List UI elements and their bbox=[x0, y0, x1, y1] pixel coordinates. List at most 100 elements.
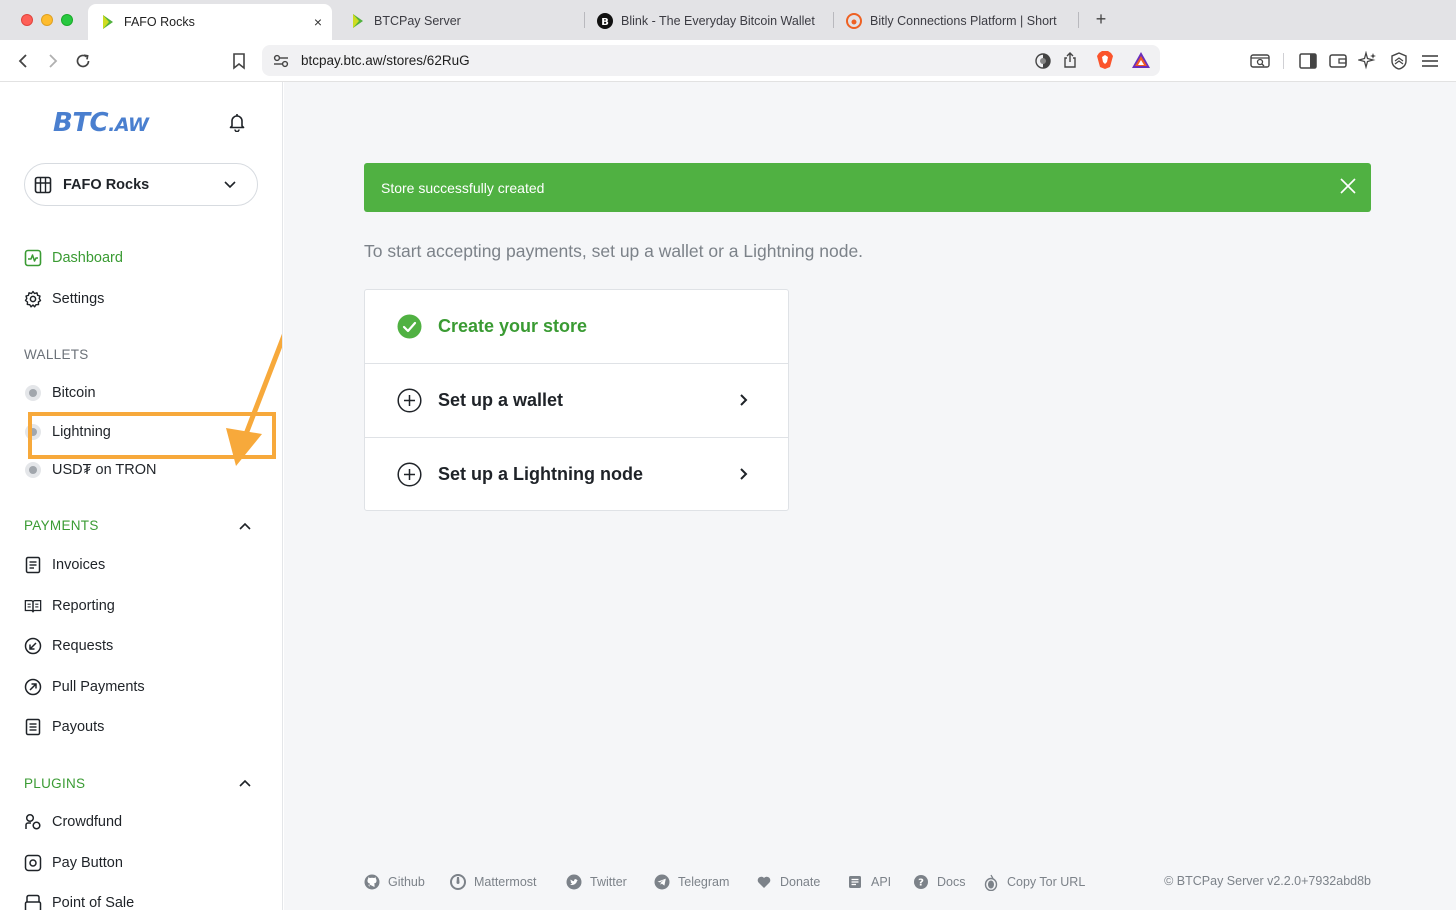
tor-icon bbox=[983, 874, 999, 891]
brave-shields-icon[interactable] bbox=[1094, 49, 1116, 71]
invoice-icon bbox=[24, 556, 42, 574]
brave-rewards-icon[interactable] bbox=[1130, 49, 1152, 71]
heart-icon bbox=[756, 874, 772, 890]
site-settings-icon[interactable] bbox=[270, 50, 292, 72]
nav-label: Pay Button bbox=[52, 855, 123, 871]
url-text[interactable]: btcpay.btc.aw/stores/62RuG bbox=[301, 53, 470, 68]
pay-button-icon bbox=[24, 854, 42, 872]
vpn-shield-icon[interactable] bbox=[1388, 50, 1410, 72]
footer-link-github[interactable]: Github bbox=[364, 874, 425, 890]
nav-pull-payments[interactable]: Pull Payments bbox=[24, 675, 145, 699]
browser-tab-fafo-rocks[interactable]: FAFO Rocks × bbox=[88, 4, 332, 40]
tab-title: Blink - The Everyday Bitcoin Wallet bbox=[621, 14, 815, 28]
footer-link-label: Docs bbox=[937, 875, 966, 889]
wallet-icon[interactable] bbox=[1327, 50, 1349, 72]
nav-label: Payouts bbox=[52, 719, 105, 735]
nav-label: Dashboard bbox=[52, 250, 123, 266]
footer-link-telegram[interactable]: Telegram bbox=[654, 874, 729, 890]
nav-payouts[interactable]: Payouts bbox=[24, 715, 104, 739]
plugins-heading: PLUGINS bbox=[24, 776, 86, 791]
github-icon bbox=[364, 874, 380, 890]
wallet-status-dot-icon bbox=[24, 384, 42, 402]
nav-pay-button[interactable]: Pay Button bbox=[24, 851, 123, 875]
plus-circle-icon bbox=[397, 387, 422, 413]
notifications-bell-icon[interactable] bbox=[227, 112, 247, 137]
wallet-status-dot-icon bbox=[24, 461, 42, 479]
footer: Github Mattermost Twitter Telegram Donat… bbox=[364, 874, 1371, 894]
sidebar-toggle-icon[interactable] bbox=[1297, 50, 1319, 72]
tab-search-icon[interactable] bbox=[1249, 50, 1271, 72]
nav-label: Invoices bbox=[52, 557, 106, 573]
btc-aw-logo[interactable]: BTC.AW bbox=[53, 108, 149, 138]
footer-link-donate[interactable]: Donate bbox=[756, 874, 820, 890]
nav-label: Bitcoin bbox=[52, 385, 96, 401]
back-arrow-icon[interactable] bbox=[12, 50, 34, 72]
mattermost-icon bbox=[450, 874, 466, 890]
nav-dashboard[interactable]: Dashboard bbox=[24, 246, 123, 270]
close-icon[interactable] bbox=[1339, 177, 1357, 195]
chevron-up-icon[interactable] bbox=[238, 519, 252, 533]
reload-icon[interactable] bbox=[72, 50, 94, 72]
wallets-heading: WALLETS bbox=[24, 347, 89, 362]
toolbar-separator bbox=[1283, 53, 1284, 69]
nav-wallet-bitcoin[interactable]: Bitcoin bbox=[24, 381, 96, 405]
browser-tab-blink[interactable]: B Blink - The Everyday Bitcoin Wallet bbox=[585, 6, 831, 36]
bitly-favicon-icon bbox=[846, 13, 862, 29]
main-content: Store successfully created To start acce… bbox=[284, 82, 1456, 910]
store-selector[interactable]: FAFO Rocks bbox=[24, 163, 258, 206]
nav-invoices[interactable]: Invoices bbox=[24, 553, 105, 577]
close-window-button[interactable] bbox=[21, 14, 33, 26]
nav-label: Pull Payments bbox=[52, 679, 145, 695]
nav-reporting[interactable]: Reporting bbox=[24, 594, 115, 618]
footer-link-label: Donate bbox=[780, 875, 821, 889]
payments-heading: PAYMENTS bbox=[24, 518, 99, 533]
forward-arrow-icon[interactable] bbox=[42, 50, 64, 72]
close-tab-icon[interactable]: × bbox=[314, 14, 322, 30]
step-create-store: Create your store bbox=[365, 290, 788, 363]
browser-tab-btcpay-server[interactable]: BTCPay Server bbox=[338, 6, 578, 36]
payouts-icon bbox=[24, 718, 42, 736]
footer-link-mattermost[interactable]: Mattermost bbox=[450, 874, 537, 890]
minimize-window-button[interactable] bbox=[41, 14, 53, 26]
footer-link-twitter[interactable]: Twitter bbox=[566, 874, 627, 890]
footer-link-label: Twitter bbox=[590, 875, 627, 889]
setup-steps-card: Create your store Set up a wallet Set up… bbox=[364, 289, 789, 511]
tab-title: Bitly Connections Platform | Short bbox=[870, 14, 1057, 28]
check-circle-icon bbox=[397, 314, 422, 339]
browser-tab-bitly[interactable]: Bitly Connections Platform | Short bbox=[834, 6, 1074, 36]
crowdfund-icon bbox=[24, 813, 42, 831]
chevron-up-icon[interactable] bbox=[238, 776, 252, 790]
address-bar[interactable]: btcpay.btc.aw/stores/62RuG bbox=[262, 45, 1160, 76]
nav-crowdfund[interactable]: Crowdfund bbox=[24, 810, 122, 834]
telegram-icon bbox=[654, 874, 670, 890]
share-icon[interactable] bbox=[1059, 49, 1081, 71]
reader-mode-icon[interactable] bbox=[1032, 50, 1054, 72]
nav-requests[interactable]: Requests bbox=[24, 634, 113, 658]
leo-ai-icon[interactable] bbox=[1357, 50, 1379, 72]
btcpay-favicon-icon bbox=[100, 14, 116, 30]
step-label: Set up a Lightning node bbox=[438, 463, 643, 484]
bookmark-icon[interactable] bbox=[228, 50, 250, 72]
menu-hamburger-icon[interactable] bbox=[1419, 50, 1441, 72]
maximize-window-button[interactable] bbox=[61, 14, 73, 26]
btcpay-favicon-icon bbox=[350, 13, 366, 29]
footer-link-copy-tor-url[interactable]: Copy Tor URL bbox=[983, 874, 1085, 891]
store-name: FAFO Rocks bbox=[63, 176, 150, 193]
step-set-up-lightning-node[interactable]: Set up a Lightning node bbox=[365, 437, 788, 510]
footer-link-label: Github bbox=[388, 875, 425, 889]
nav-point-of-sale[interactable]: Point of Sale bbox=[24, 891, 134, 910]
footer-link-api[interactable]: API bbox=[847, 874, 891, 890]
docs-icon: ? bbox=[913, 874, 929, 890]
nav-settings[interactable]: Settings bbox=[24, 287, 104, 311]
footer-link-docs[interactable]: ? Docs bbox=[913, 874, 965, 890]
api-icon bbox=[847, 874, 863, 890]
nav-label: Crowdfund bbox=[52, 814, 123, 830]
nav-label: Requests bbox=[52, 638, 114, 654]
new-tab-button[interactable]: + bbox=[1092, 8, 1110, 32]
nav-wallet-usdt-tron[interactable]: USD₮ on TRON bbox=[24, 458, 156, 482]
plus-circle-icon bbox=[397, 461, 422, 487]
annotation-arrow-icon bbox=[226, 333, 282, 466]
point-of-sale-icon bbox=[24, 894, 42, 910]
store-icon bbox=[34, 176, 52, 193]
step-set-up-wallet[interactable]: Set up a wallet bbox=[365, 363, 788, 436]
